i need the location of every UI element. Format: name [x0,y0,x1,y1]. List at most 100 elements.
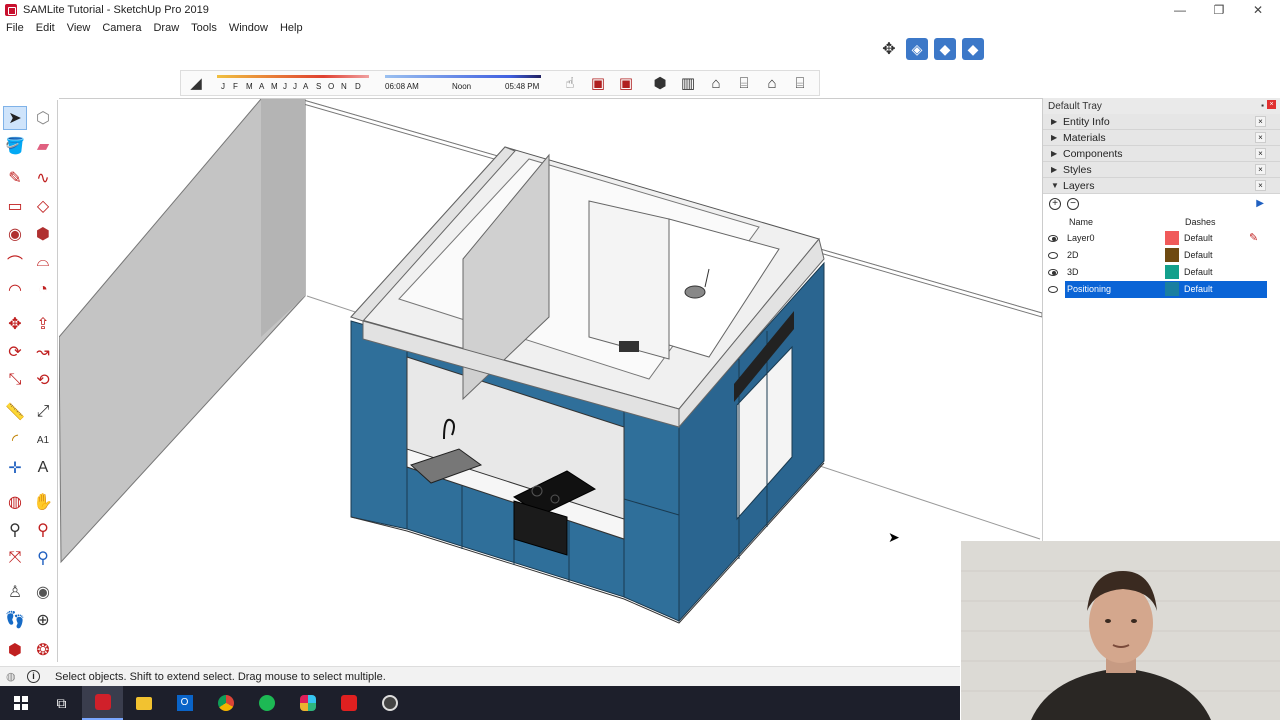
make-component-icon[interactable]: ⬡ [31,106,55,130]
two-point-arc-icon[interactable]: ⌓ [31,250,55,274]
col-dashes[interactable]: Dashes [1185,217,1216,227]
axes-icon[interactable]: ✛ [3,456,27,480]
warehouse-icon[interactable]: ⬢ [3,638,27,662]
select-tool-icon[interactable]: ➤ [3,106,27,130]
layer-dashes[interactable]: Default [1184,284,1213,294]
close-button[interactable]: ✕ [1238,0,1278,20]
shadow-toggle-icon[interactable]: ◢ [185,72,207,94]
hidden-eye-icon[interactable] [1048,252,1058,259]
add-layer-icon[interactable]: + [1049,198,1061,210]
layer-row-positioning[interactable]: Positioning Default [1043,281,1280,298]
menu-view[interactable]: View [61,22,97,34]
orbit-icon[interactable]: ◍ [3,490,27,514]
update-scene-icon[interactable]: ▣ [615,72,637,94]
model-viewport[interactable]: ➤ [59,98,1042,663]
arc-icon[interactable]: ⌒ [3,250,27,274]
front-house-icon[interactable]: ⌂ [705,72,727,94]
circle-icon[interactable]: ◉ [3,222,27,246]
sketchup-task-icon[interactable] [82,686,123,720]
iso-view-icon[interactable]: ◈ [906,38,928,60]
move-icon[interactable]: ✥ [3,312,27,336]
menu-tools[interactable]: Tools [185,22,223,34]
windows-start-icon[interactable] [0,686,41,720]
file-explorer-icon[interactable] [123,686,164,720]
tray-pin-icon[interactable]: ▪ [1261,101,1264,110]
panel-close-icon[interactable]: × [1255,116,1266,127]
paint-bucket-icon[interactable]: 🪣 [3,134,27,158]
zoom-extents-icon[interactable]: ⤧ [3,546,27,570]
layer-dashes[interactable]: Default [1184,267,1213,277]
pan-view-icon[interactable]: ✥ [878,38,900,60]
zoom-icon[interactable]: ⚲ [3,518,27,542]
look-around-icon[interactable]: ◉ [31,580,55,604]
hidden-eye-icon[interactable] [1048,286,1058,293]
restore-button[interactable]: ❐ [1199,0,1239,20]
rotated-rectangle-icon[interactable]: ◇ [31,194,55,218]
panel-styles[interactable]: ▶ Styles × [1043,162,1280,178]
iso-house-icon[interactable]: ⬢ [649,72,671,94]
geolocation-icon[interactable]: ◍ [6,670,16,683]
minimize-button[interactable]: — [1160,0,1200,20]
tray-close-icon[interactable]: × [1267,100,1276,109]
section-plane-icon[interactable]: ⊕ [31,608,55,632]
menu-window[interactable]: Window [223,22,274,34]
layer-color-swatch[interactable] [1165,282,1179,296]
dimension-icon[interactable]: ⤢ [31,400,55,424]
top-view-icon[interactable]: ◆ [934,38,956,60]
tape-measure-icon[interactable]: 📏 [3,400,27,424]
chrome-icon[interactable] [205,686,246,720]
three-point-arc-icon[interactable]: ◠ [3,278,27,302]
menu-camera[interactable]: Camera [96,22,147,34]
orbit-hand-icon[interactable]: ☝ [559,72,581,94]
front-view-icon[interactable]: ◆ [962,38,984,60]
follow-me-icon[interactable]: ↝ [31,340,55,364]
panel-materials[interactable]: ▶ Materials × [1043,130,1280,146]
panel-entity-info[interactable]: ▶ Entity Info × [1043,114,1280,130]
text-tool-icon[interactable]: A1 [31,428,55,452]
month-slider[interactable]: J F M A M J J A S O N D [217,71,369,95]
previous-view-icon[interactable]: ⚲ [31,546,55,570]
rectangle-icon[interactable]: ▭ [3,194,27,218]
layer-color-swatch[interactable] [1165,248,1179,262]
eraser-icon[interactable]: ▰ [31,134,55,158]
layer-dashes[interactable]: Default [1184,250,1213,260]
delete-layer-icon[interactable]: − [1067,198,1079,210]
layer-row-3d[interactable]: 3D Default [1043,264,1280,281]
layer-name[interactable]: Layer0 [1067,233,1163,246]
layer-name[interactable]: 2D [1067,250,1163,263]
rotate-icon[interactable]: ⟳ [3,340,27,364]
menu-edit[interactable]: Edit [30,22,61,34]
acrobat-icon[interactable] [328,686,369,720]
outlook-icon[interactable]: O [164,686,205,720]
info-icon[interactable]: i [27,670,40,683]
spotify-icon[interactable] [246,686,287,720]
walk-icon[interactable]: 👣 [3,608,27,632]
task-view-icon[interactable]: ⧉ [41,686,82,720]
layer-color-swatch[interactable] [1165,231,1179,245]
panel-close-icon[interactable]: × [1255,132,1266,143]
layer-name[interactable]: 3D [1067,267,1163,280]
layer-color-swatch[interactable] [1165,265,1179,279]
layer-details-icon[interactable]: ▶ [1256,198,1264,209]
panel-close-icon[interactable]: × [1255,148,1266,159]
top-house-icon[interactable]: ▥ [677,72,699,94]
pan-hand-icon[interactable]: ✋ [31,490,55,514]
layer-name[interactable]: Positioning [1067,284,1163,297]
protractor-icon[interactable]: ◜ [3,428,27,452]
panel-close-icon[interactable]: × [1255,164,1266,175]
panel-components[interactable]: ▶ Components × [1043,146,1280,162]
push-pull-icon[interactable]: ⇪ [31,312,55,336]
add-scene-icon[interactable]: ▣ [587,72,609,94]
scale-icon[interactable]: ⤡ [3,368,27,392]
zoom-window-icon[interactable]: ⚲ [31,518,55,542]
layer-row-2d[interactable]: 2D Default [1043,247,1280,264]
menu-help[interactable]: Help [274,22,309,34]
layer-row-layer0[interactable]: Layer0 Default ✎ [1043,230,1280,247]
line-tool-icon[interactable]: ✎ [3,166,27,190]
menu-draw[interactable]: Draw [147,22,185,34]
col-name[interactable]: Name [1069,217,1093,227]
back-house-icon[interactable]: ⌂ [761,72,783,94]
panel-layers[interactable]: ▼ Layers × [1043,178,1280,194]
position-camera-icon[interactable]: ♙ [3,580,27,604]
freehand-icon[interactable]: ∿ [31,166,55,190]
